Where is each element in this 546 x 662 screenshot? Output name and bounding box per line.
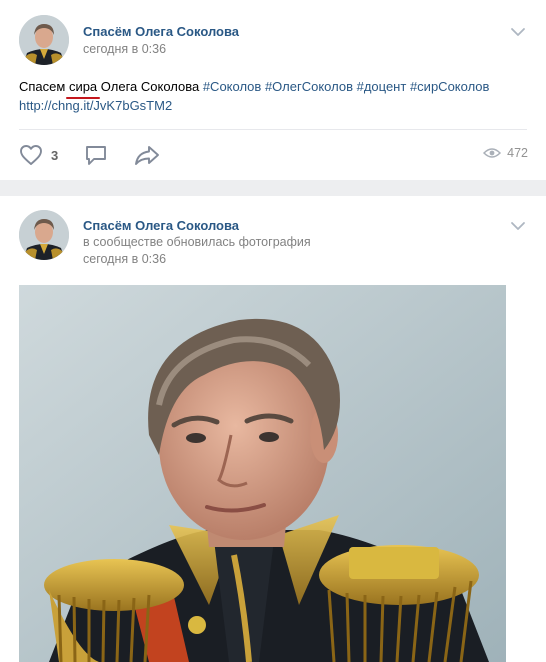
post-subtitle: в сообществе обновилась фотография [83, 235, 311, 249]
post-text-underlined-word: сира [68, 79, 98, 94]
hashtag-link[interactable]: #Соколов [203, 79, 262, 94]
post-external-link[interactable]: http://chng.it/JvK7bGsTM2 [19, 98, 172, 113]
views-counter: 472 [483, 146, 528, 160]
post-author[interactable]: Спасём Олега Соколова [83, 24, 239, 39]
hashtag-link[interactable]: #доцент [357, 79, 407, 94]
chevron-down-icon[interactable] [510, 27, 526, 37]
post-text: Спасем сира Олега Соколова #Соколов #Оле… [19, 77, 529, 115]
post-card: Спасём Олега Соколова сегодня в 0:36 Спа… [0, 0, 546, 180]
portrait-photo [19, 285, 506, 662]
chevron-down-icon[interactable] [510, 221, 526, 231]
comment-icon [86, 146, 106, 165]
hashtag-link[interactable]: #сирСоколов [410, 79, 490, 94]
post-time[interactable]: сегодня в 0:36 [83, 252, 166, 266]
community-avatar[interactable] [19, 15, 69, 65]
post-card: Спасём Олега Соколова в сообществе обнов… [0, 196, 546, 662]
community-avatar[interactable] [19, 210, 69, 260]
post-text-middle: Олега Соколова [97, 79, 203, 94]
post-text-start: Спасем [19, 79, 69, 94]
post-divider [19, 129, 527, 130]
eye-icon [483, 148, 502, 158]
share-button[interactable] [134, 144, 160, 166]
like-count: 3 [51, 147, 59, 163]
hashtag-link[interactable]: #ОлегСоколов [265, 79, 353, 94]
share-icon [135, 146, 159, 165]
post-author[interactable]: Спасём Олега Соколова [83, 218, 239, 233]
post-time[interactable]: сегодня в 0:36 [83, 42, 166, 56]
comment-button[interactable] [84, 144, 108, 166]
avatar-portrait [19, 15, 69, 65]
avatar-portrait [19, 210, 69, 260]
like-button[interactable]: 3 [19, 144, 58, 166]
post-photo[interactable] [19, 285, 506, 662]
heart-icon [20, 145, 42, 165]
views-count: 472 [507, 146, 528, 160]
